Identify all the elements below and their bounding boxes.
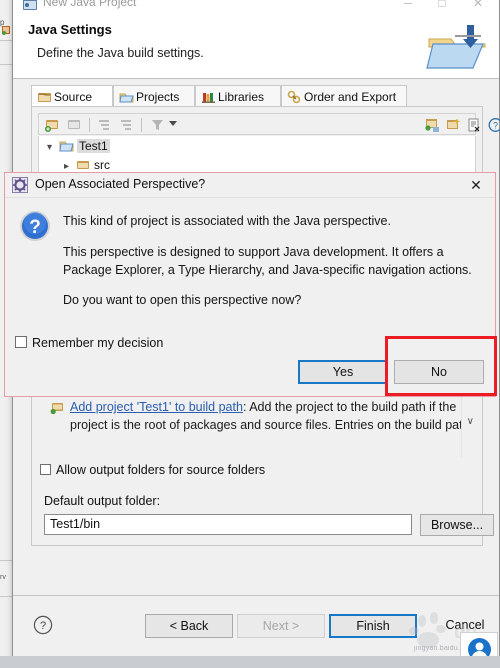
question-mark-icon: ? (20, 211, 50, 241)
collapse-all-icon[interactable] (96, 117, 113, 133)
help-circle-icon[interactable]: ? (33, 615, 53, 635)
allow-output-folders-label: Allow output folders for source folders (56, 463, 266, 477)
dialog-titlebar: Open Associated Perspective? ✕ (5, 173, 495, 198)
maximize-button[interactable]: □ (427, 0, 457, 13)
order-export-icon (287, 90, 301, 104)
tab-projects[interactable]: Projects (113, 85, 195, 107)
link-source-icon[interactable] (424, 117, 441, 133)
close-button[interactable]: ✕ (463, 0, 493, 13)
tree-node-src-label: src (94, 158, 110, 172)
default-output-folder-label: Default output folder: (44, 494, 161, 508)
remember-my-decision-checkbox[interactable] (15, 336, 27, 348)
tab-strip: Source Projects Libraries Order and Expo… (31, 85, 483, 107)
no-button[interactable]: No (394, 360, 484, 384)
tab-source[interactable]: Source (31, 85, 113, 107)
new-source-folder-icon[interactable] (445, 117, 462, 133)
tab-projects-label: Projects (136, 90, 180, 104)
help-icon[interactable]: ? (487, 117, 500, 133)
svg-text:?: ? (493, 120, 498, 130)
tab-libraries-label: Libraries (218, 90, 265, 104)
expand-all-icon[interactable] (118, 117, 135, 133)
svg-text:?: ? (40, 620, 46, 632)
chevron-right-icon[interactable]: ▸ (64, 161, 69, 172)
perspective-icon (12, 177, 28, 193)
remove-folder-icon[interactable] (66, 117, 83, 133)
tab-order-and-export[interactable]: Order and Export (281, 85, 407, 107)
edit-icon[interactable] (466, 117, 483, 133)
finish-button[interactable]: Finish (329, 614, 417, 638)
wizard-header: Java Settings Define the Java build sett… (13, 15, 499, 79)
dialog-body-line-3: Package Explorer, a Type Hierarchy, and … (63, 263, 472, 277)
tree-node-test1[interactable]: Test1 (77, 139, 110, 153)
tab-source-label: Source (54, 90, 93, 104)
add-to-build-path-bullet-icon (50, 403, 63, 415)
svg-text:?: ? (29, 217, 41, 238)
footer-divider (13, 595, 499, 596)
allow-output-folders-row[interactable]: Allow output folders for source folders (40, 463, 265, 477)
remember-my-decision-label: Remember my decision (32, 336, 164, 350)
java-folder-icon (426, 25, 486, 69)
desktop-bottom-edge (0, 656, 500, 668)
detail-line-3: Add project 'Test1' to build path: Add t… (70, 400, 457, 414)
browse-button[interactable]: Browse... (420, 514, 494, 536)
ide-package-icon (2, 26, 10, 35)
dialog-body-line-1: This kind of project is associated with … (63, 214, 391, 228)
source-toolbar: ? (38, 113, 500, 135)
tab-order-export-label: Order and Export (304, 90, 397, 104)
wizard-titlebar: New Java Project ─ □ ✕ (13, 0, 499, 16)
dialog-body-line-4: Do you want to open this perspective now… (63, 293, 302, 307)
dialog-body-line-2: This perspective is designed to support … (63, 245, 444, 259)
default-output-folder-input[interactable]: Test1/bin (44, 514, 412, 535)
java-project-icon (23, 0, 37, 10)
tree-node-test1-label: Test1 (77, 139, 110, 153)
next-button: Next > (237, 614, 325, 638)
tree-node-src[interactable]: src (94, 158, 110, 172)
wizard-title: New Java Project (43, 0, 137, 9)
filter-icon[interactable] (149, 117, 166, 133)
project-folder-icon (59, 141, 74, 152)
tab-libraries[interactable]: Libraries (195, 85, 281, 107)
allow-output-folders-checkbox[interactable] (40, 464, 51, 475)
add-project-to-build-path-link[interactable]: Add project 'Test1' to build path (70, 400, 243, 414)
chevron-down-icon[interactable]: ▾ (47, 142, 52, 153)
page-subtitle: Define the Java build settings. (37, 46, 204, 60)
projects-icon (119, 93, 134, 103)
detail-line-4: project is the root of packages and sour… (70, 418, 470, 432)
add-folder-icon[interactable] (44, 117, 61, 133)
yes-button[interactable]: Yes (298, 360, 388, 384)
minimize-button[interactable]: ─ (393, 0, 423, 13)
back-button[interactable]: < Back (145, 614, 233, 638)
page-title: Java Settings (28, 22, 112, 37)
menu-chevron-icon[interactable] (169, 121, 177, 126)
dialog-close-icon[interactable]: ✕ (467, 176, 485, 194)
source-folder-icon (38, 93, 51, 102)
remember-my-decision-row[interactable]: Remember my decision (15, 336, 163, 350)
libraries-icon (202, 93, 215, 103)
source-package-icon (77, 161, 89, 169)
dialog-title: Open Associated Perspective? (35, 177, 206, 191)
scroll-down-arrow-icon[interactable]: ∨ (467, 416, 474, 427)
